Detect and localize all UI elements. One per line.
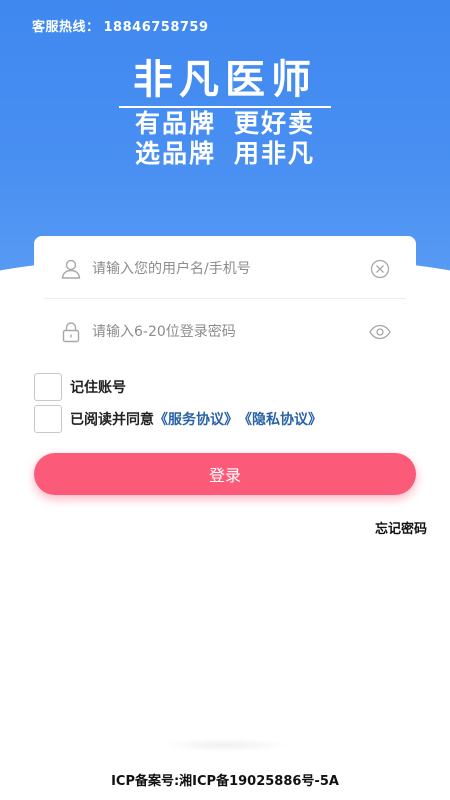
user-icon	[56, 254, 86, 284]
login-button[interactable]: 登录	[34, 453, 416, 495]
brand-logo: 非凡医师 有品牌 更好卖 选品牌 用非凡	[0, 58, 450, 168]
username-field	[44, 239, 406, 299]
brand-title: 非凡医师	[119, 58, 331, 108]
brand-slogan-line-2: 选品牌 用非凡	[0, 140, 450, 168]
eye-icon[interactable]	[366, 318, 394, 346]
remember-account-row: 记住账号	[34, 373, 126, 401]
slogan-part: 用非凡	[234, 139, 316, 168]
clear-icon[interactable]	[366, 255, 394, 283]
lock-icon	[56, 317, 86, 347]
privacy-agreement-link[interactable]: 《隐私协议》	[238, 409, 322, 429]
forgot-password-link[interactable]: 忘记密码	[375, 518, 427, 537]
hotline-number[interactable]: 18846758759	[104, 20, 209, 35]
password-input[interactable]	[92, 324, 366, 340]
icp-record: ICP备案号:湘ICP备19025886号-5A	[111, 774, 339, 789]
agreement-row: 已阅读并同意 《服务协议》 《隐私协议》	[34, 405, 322, 433]
footer-divider	[160, 738, 290, 752]
slogan-part: 更好卖	[234, 109, 316, 138]
service-agreement-link[interactable]: 《服务协议》	[154, 409, 238, 429]
agreement-label: 已阅读并同意	[70, 412, 154, 428]
hotline-label: 客服热线：	[32, 20, 100, 35]
username-input[interactable]	[92, 260, 366, 277]
slogan-part: 有品牌	[134, 109, 216, 138]
slogan-part: 选品牌	[134, 139, 216, 168]
agreement-checkbox[interactable]	[34, 405, 62, 433]
brand-slogan-line-1: 有品牌 更好卖	[0, 110, 450, 138]
login-card	[34, 236, 416, 371]
password-field	[44, 302, 406, 362]
customer-hotline: 客服热线： 18846758759	[32, 16, 209, 35]
remember-account-checkbox[interactable]	[34, 373, 62, 401]
remember-account-label[interactable]: 记住账号	[70, 377, 126, 397]
